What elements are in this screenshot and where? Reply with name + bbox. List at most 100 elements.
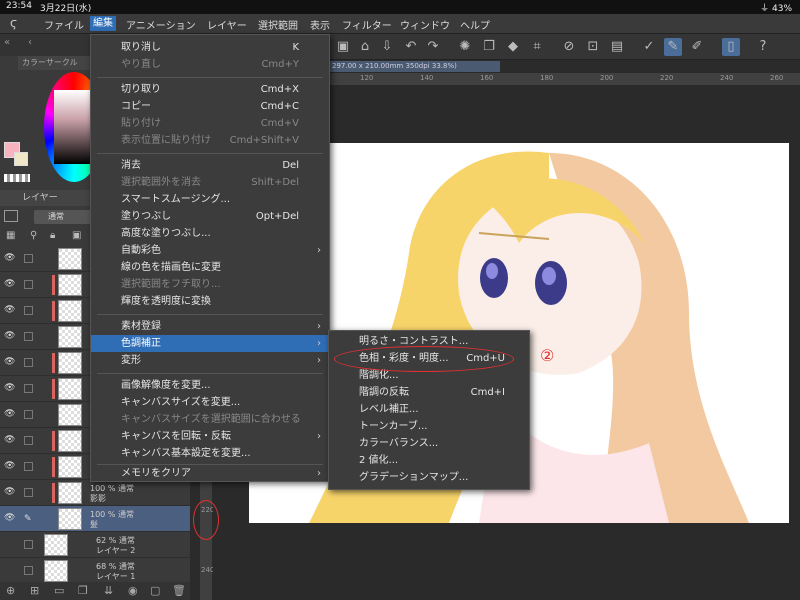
visibility-icon[interactable]: 👁︎ [4,461,15,471]
layer-checkbox[interactable] [24,462,33,471]
menu-item-canvas-size[interactable]: キャンバスサイズを変更... [91,394,329,411]
layer-row[interactable]: 👁︎ 100 % 通常 影影 [0,480,190,506]
visibility-icon[interactable]: 👁︎ [4,487,15,497]
device-icon[interactable]: ▯ [722,38,740,56]
copy-layer-icon[interactable]: ❐ [78,584,88,597]
menu-item-level-correction[interactable]: レベル補正... [329,401,529,418]
menu-item-canvas-settings[interactable]: キャンバス基本設定を変更... [91,445,329,462]
menu-item-color-balance[interactable]: カラーバランス... [329,435,529,452]
layer-row[interactable]: 62 % 通常 レイヤー 2 [0,532,190,558]
invert-icon[interactable]: ▤ [608,38,626,56]
menu-item-clear-outside[interactable]: 選択範囲外を消去 Shift+Del [91,174,329,191]
layer-checkbox[interactable] [24,254,33,263]
new-raster-layer-icon[interactable]: ⊕ [6,584,15,597]
menu-item-rotate-canvas[interactable]: キャンバスを回転・反転 › [91,428,329,445]
menu-item-fit-canvas-to-selection[interactable]: キャンバスサイズを選択範囲に合わせる [91,411,329,428]
delete-layer-icon[interactable]: 🗑︎ [172,584,186,597]
redo-icon[interactable]: ↷ [424,38,442,56]
layer-checkbox[interactable] [24,540,33,549]
collapse-icon[interactable]: « [4,37,10,48]
visibility-icon[interactable]: 👁︎ [4,435,15,445]
back-icon[interactable]: ‹ [28,37,32,48]
menu-item-transform[interactable]: 変形 › [91,352,329,369]
menu-item-paste-in-place[interactable]: 表示位置に貼り付け Cmd+Shift+V [91,132,329,149]
menu-view[interactable]: 表示 [310,17,330,32]
layer-row-active[interactable]: 👁︎ ✎ 100 % 通常髪 [0,506,190,532]
menu-item-binarization[interactable]: 2 値化... [329,452,529,469]
menu-file[interactable]: ファイル [44,17,84,32]
visibility-icon[interactable]: 👁︎ [4,331,15,341]
menu-item-copy[interactable]: コピー Cmd+C [91,98,329,115]
menu-item-tone-curve[interactable]: トーンカーブ... [329,418,529,435]
clear-layer-icon[interactable]: ▢ [150,584,160,597]
color-square[interactable] [54,90,94,164]
new-folder-icon[interactable]: ▭ [54,584,64,597]
spinner-icon[interactable]: ✺ [456,38,474,56]
layer-checkbox[interactable] [24,306,33,315]
transparent-swatch[interactable] [4,174,30,182]
menu-item-tonal-correction[interactable]: 色調補正 › [91,335,329,352]
export-icon[interactable]: ⇩ [378,38,396,56]
layer-row[interactable]: 68 % 通常 レイヤー 1 [0,558,190,584]
eraser-icon[interactable]: ✐ [688,38,706,56]
menu-item-border-selection[interactable]: 選択範囲をフチ取り... [91,276,329,293]
visibility-icon[interactable]: 👁︎ [4,383,15,393]
undo-icon[interactable]: ↶ [402,38,420,56]
color-wheel-header[interactable]: カラーサークル [18,56,95,70]
grid-icon[interactable]: ▦ [6,230,15,241]
help-icon[interactable]: ? [754,38,772,56]
new-vector-layer-icon[interactable]: ⊞ [30,584,39,597]
visibility-icon[interactable]: 👁︎ [4,253,15,263]
menu-item-clear-memory[interactable]: メモリをクリア › [91,465,329,482]
blend-mode-select[interactable]: 通常 [34,210,92,224]
visibility-icon[interactable]: 👁︎ [4,279,15,289]
menu-item-line-color[interactable]: 線の色を描画色に変更 [91,259,329,276]
layer-checkbox[interactable] [24,566,33,575]
menu-edit[interactable]: 編集 [90,16,116,31]
layer-checkbox[interactable] [24,358,33,367]
menu-window[interactable]: ウィンドウ [400,17,450,32]
menu-animation[interactable]: アニメーション [126,17,196,32]
lock-transparent-icon[interactable]: ▣ [72,230,81,241]
menu-item-auto-color[interactable]: 自動彩色 › [91,242,329,259]
menu-item-paste[interactable]: 貼り付け Cmd+V [91,115,329,132]
visibility-icon[interactable]: 👁︎ [4,357,15,367]
menu-item-register-material[interactable]: 素材登録 › [91,318,329,335]
menu-help[interactable]: ヘルプ [460,17,490,32]
menu-item-cut[interactable]: 切り取り Cmd+X [91,81,329,98]
sub-color-swatch[interactable] [14,152,28,166]
menu-item-gradient-map[interactable]: グラデーションマップ... [329,469,529,486]
layer-checkbox[interactable] [24,488,33,497]
crop-icon[interactable]: ⊡ [584,38,602,56]
document-tab[interactable]: 297.00 x 210.00mm 350dpi 33.8%) [330,61,500,72]
copy-icon[interactable]: ❐ [480,38,498,56]
merge-layer-icon[interactable]: ⇊ [104,584,113,597]
menu-item-image-resolution[interactable]: 画像解像度を変更... [91,377,329,394]
menu-selection[interactable]: 選択範囲 [258,17,298,32]
menu-item-clear[interactable]: 消去 Del [91,157,329,174]
layer-checkbox[interactable] [24,384,33,393]
layer-type-icon[interactable] [4,210,18,222]
menu-filter[interactable]: フィルター [342,17,392,32]
visibility-icon[interactable]: 👁︎ [4,513,15,523]
lock-icon[interactable]: 🔒︎ [50,230,55,241]
menu-item-smart-smoothing[interactable]: スマートスムージング... [91,191,329,208]
app-logo-icon[interactable]: ϛ [10,16,17,30]
menu-item-advanced-fill[interactable]: 高度な塗りつぶし... [91,225,329,242]
layer-checkbox[interactable] [24,410,33,419]
pen-icon[interactable]: ✓ [640,38,658,56]
transform-icon[interactable]: ⌗ [528,38,546,56]
layer-checkbox[interactable] [24,436,33,445]
layer-panel-header[interactable]: レイヤー [0,190,95,206]
brush-icon[interactable]: ✎ [664,38,682,56]
fill-icon[interactable]: ◆ [504,38,522,56]
menu-item-luminance-to-opacity[interactable]: 輝度を透明度に変換 [91,293,329,310]
menu-layer[interactable]: レイヤー [207,17,247,32]
reference-icon[interactable]: ⚲ [30,230,37,241]
visibility-icon[interactable]: 👁︎ [4,305,15,315]
menu-item-fill[interactable]: 塗りつぶし Opt+Del [91,208,329,225]
menu-item-reverse-gradient[interactable]: 階調の反転 Cmd+I [329,384,529,401]
layer-checkbox[interactable] [24,280,33,289]
mask-icon[interactable]: ◉ [128,584,138,597]
menu-item-undo[interactable]: 取り消し K [91,39,329,56]
